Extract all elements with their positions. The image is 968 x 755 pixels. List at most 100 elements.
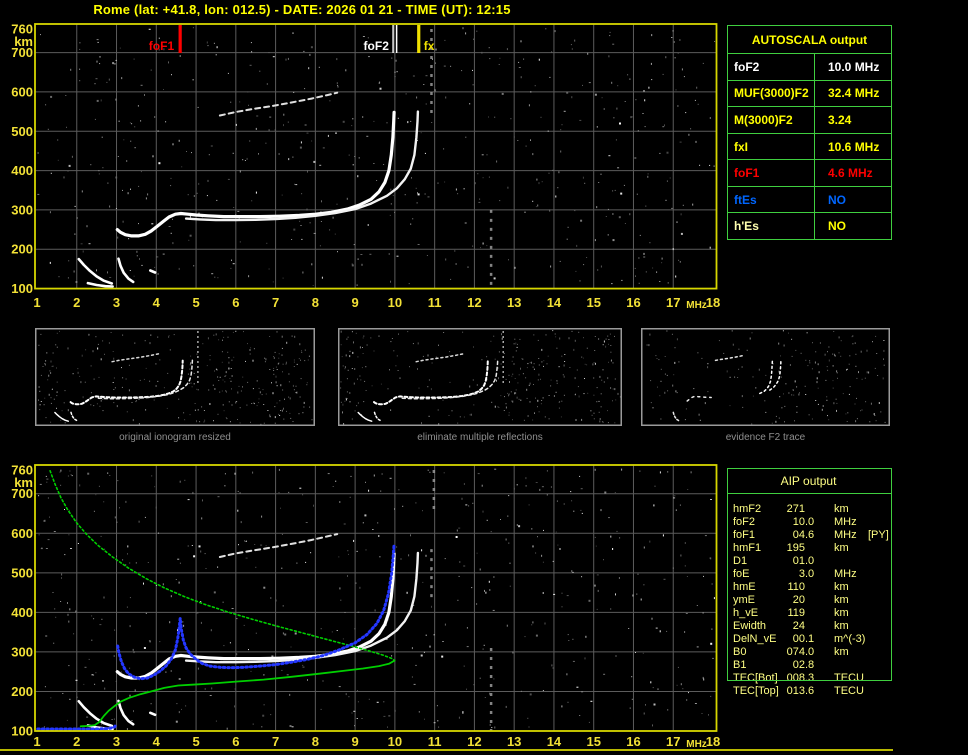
aip-row-value-frac: .0	[805, 568, 815, 580]
svg-text:100: 100	[11, 281, 33, 296]
marker-label-foF2: foF2	[364, 39, 390, 53]
svg-text:17: 17	[666, 295, 680, 310]
svg-text:200: 200	[11, 242, 33, 257]
aip-row-name: hmF1	[733, 542, 762, 554]
axis-ticks: 760700600500400300200100km1 2 3 4 5 6 7 8 9 10 11 1…	[11, 22, 720, 312]
aip-row-extra	[866, 581, 907, 594]
aip-row-name: DelN_vE	[733, 633, 777, 645]
bottom-separator-line	[0, 749, 893, 751]
aip-row: foF1 04.6 MHz [PY]	[727, 529, 907, 542]
aip-row-value-int: 00	[792, 633, 805, 645]
series-o_trace	[686, 395, 712, 402]
svg-text:12: 12	[467, 734, 481, 749]
svg-text:1: 1	[33, 734, 40, 749]
autoscala-row-value: NO	[814, 186, 891, 213]
aip-row: D1 01.0	[727, 555, 907, 568]
aip-row-name: D1	[733, 555, 748, 567]
grid	[35, 465, 717, 731]
thumbnail-caption-original: original ionogram resized	[119, 432, 231, 443]
aip-row-value-int: 01	[792, 555, 805, 567]
aip-row-value-int: 20	[792, 594, 805, 606]
traces	[54, 352, 194, 422]
aip-row-unit: TECU	[834, 672, 864, 684]
series-x_trace	[401, 359, 499, 400]
aip-row: hmF1 195 km	[727, 542, 907, 555]
noise-speckle	[340, 330, 621, 425]
series-es_a	[54, 411, 70, 422]
thumbnail-evidence-f2-trace	[641, 328, 890, 426]
aip-table-rows: hmF2 271 km foF2 10.0 MHz foF1 04.6 MHz [PY] hmF1 1…	[727, 503, 907, 698]
aip-row: hmF2 271 km	[727, 503, 907, 516]
aip-row-value-frac: .0	[805, 555, 815, 567]
noise-speckle	[646, 330, 886, 425]
x-axis-unit: MHz	[686, 300, 707, 311]
svg-text:8: 8	[312, 295, 319, 310]
svg-text:6: 6	[232, 734, 239, 749]
svg-text:11: 11	[428, 295, 442, 310]
aip-row-unit: km	[834, 503, 849, 515]
aip-row: B1 02.8	[727, 659, 907, 672]
aip-row-value-frac	[805, 620, 832, 633]
noise-speckle	[38, 468, 715, 730]
autoscala-row-value: 3.24	[814, 107, 891, 133]
svg-text:17: 17	[666, 734, 680, 749]
aip-row-extra	[866, 633, 907, 646]
thumbnail-border	[35, 328, 315, 426]
axis-ticks: 760700600500400300200100km1 2 3 4 5 6 7 8 9 10 11 1…	[11, 463, 720, 751]
aip-table-title: AIP output	[780, 474, 837, 488]
aip-row-value-int: 02	[792, 659, 805, 671]
aip-row: TEC[Bot] 008.3 TECU	[727, 672, 907, 685]
svg-text:11: 11	[428, 734, 442, 749]
autoscala-row: MUF(3000)F2 32.4 MHz	[728, 79, 891, 107]
aip-row-value-int: 195	[786, 542, 805, 554]
svg-text:13: 13	[507, 295, 521, 310]
aip-row-value-int: 3	[798, 568, 805, 580]
aip-row-extra	[866, 568, 907, 581]
aip-row-unit: MHz	[834, 516, 857, 528]
thumbnail-caption-evidence: evidence F2 trace	[725, 432, 806, 443]
aip-row: foF2 10.0 MHz	[727, 516, 907, 529]
aip-row: ymE 20 km	[727, 594, 907, 607]
aip-row-value-int: 074	[786, 646, 805, 658]
aip-row-value-frac: .1	[805, 633, 815, 645]
series-second_hop	[714, 354, 744, 362]
aip-row: B0 074.0 km	[727, 646, 907, 659]
svg-text:15: 15	[586, 734, 600, 749]
aip-row-unit: km	[834, 594, 849, 606]
aip-row-value-frac: .3	[805, 672, 815, 684]
aip-row-extra	[866, 555, 907, 568]
aip-row: foE 3.0 MHz	[727, 568, 907, 581]
series-es_a	[357, 411, 373, 422]
svg-text:10: 10	[388, 734, 402, 749]
series-es_d	[149, 269, 157, 274]
series-o_trace	[373, 359, 489, 406]
svg-text:8: 8	[312, 734, 319, 749]
svg-text:7: 7	[272, 295, 279, 310]
traces	[672, 354, 782, 422]
aip-row-unit: TECU	[834, 685, 864, 697]
grid	[35, 24, 717, 289]
aip-row-extra	[866, 516, 907, 529]
aip-row-name: TEC[Bot]	[733, 672, 778, 684]
autoscala-row: fxI 10.6 MHz	[728, 132, 891, 160]
autoscala-table-rows: foF2 10.0 MHz MUF(3000)F2 32.4 MHz M(3000)F2…	[728, 54, 891, 240]
svg-text:10: 10	[388, 295, 402, 310]
aip-row-extra	[866, 646, 907, 659]
aip-row-unit: km	[834, 581, 849, 593]
aip-row-extra	[866, 607, 907, 620]
aip-row-name: foF1	[733, 529, 756, 541]
aip-row-value-int: 24	[792, 620, 805, 632]
series-o_trace	[759, 359, 774, 395]
autoscala-row: M(3000)F2 3.24	[728, 106, 891, 133]
aip-row-unit: km	[834, 542, 849, 554]
series-x_trace	[184, 110, 420, 222]
marker-label-foF1: foF1	[149, 39, 175, 53]
aip-title-underline	[727, 493, 892, 494]
svg-text:14: 14	[547, 734, 562, 749]
aip-row-value-frac	[805, 607, 832, 620]
aip-row-value-int: 119	[787, 607, 805, 619]
autoscala-row-value: NO	[814, 213, 891, 240]
aip-row-extra	[866, 685, 907, 698]
aip-row-value-frac: .6	[805, 529, 815, 541]
svg-text:4: 4	[153, 295, 161, 310]
